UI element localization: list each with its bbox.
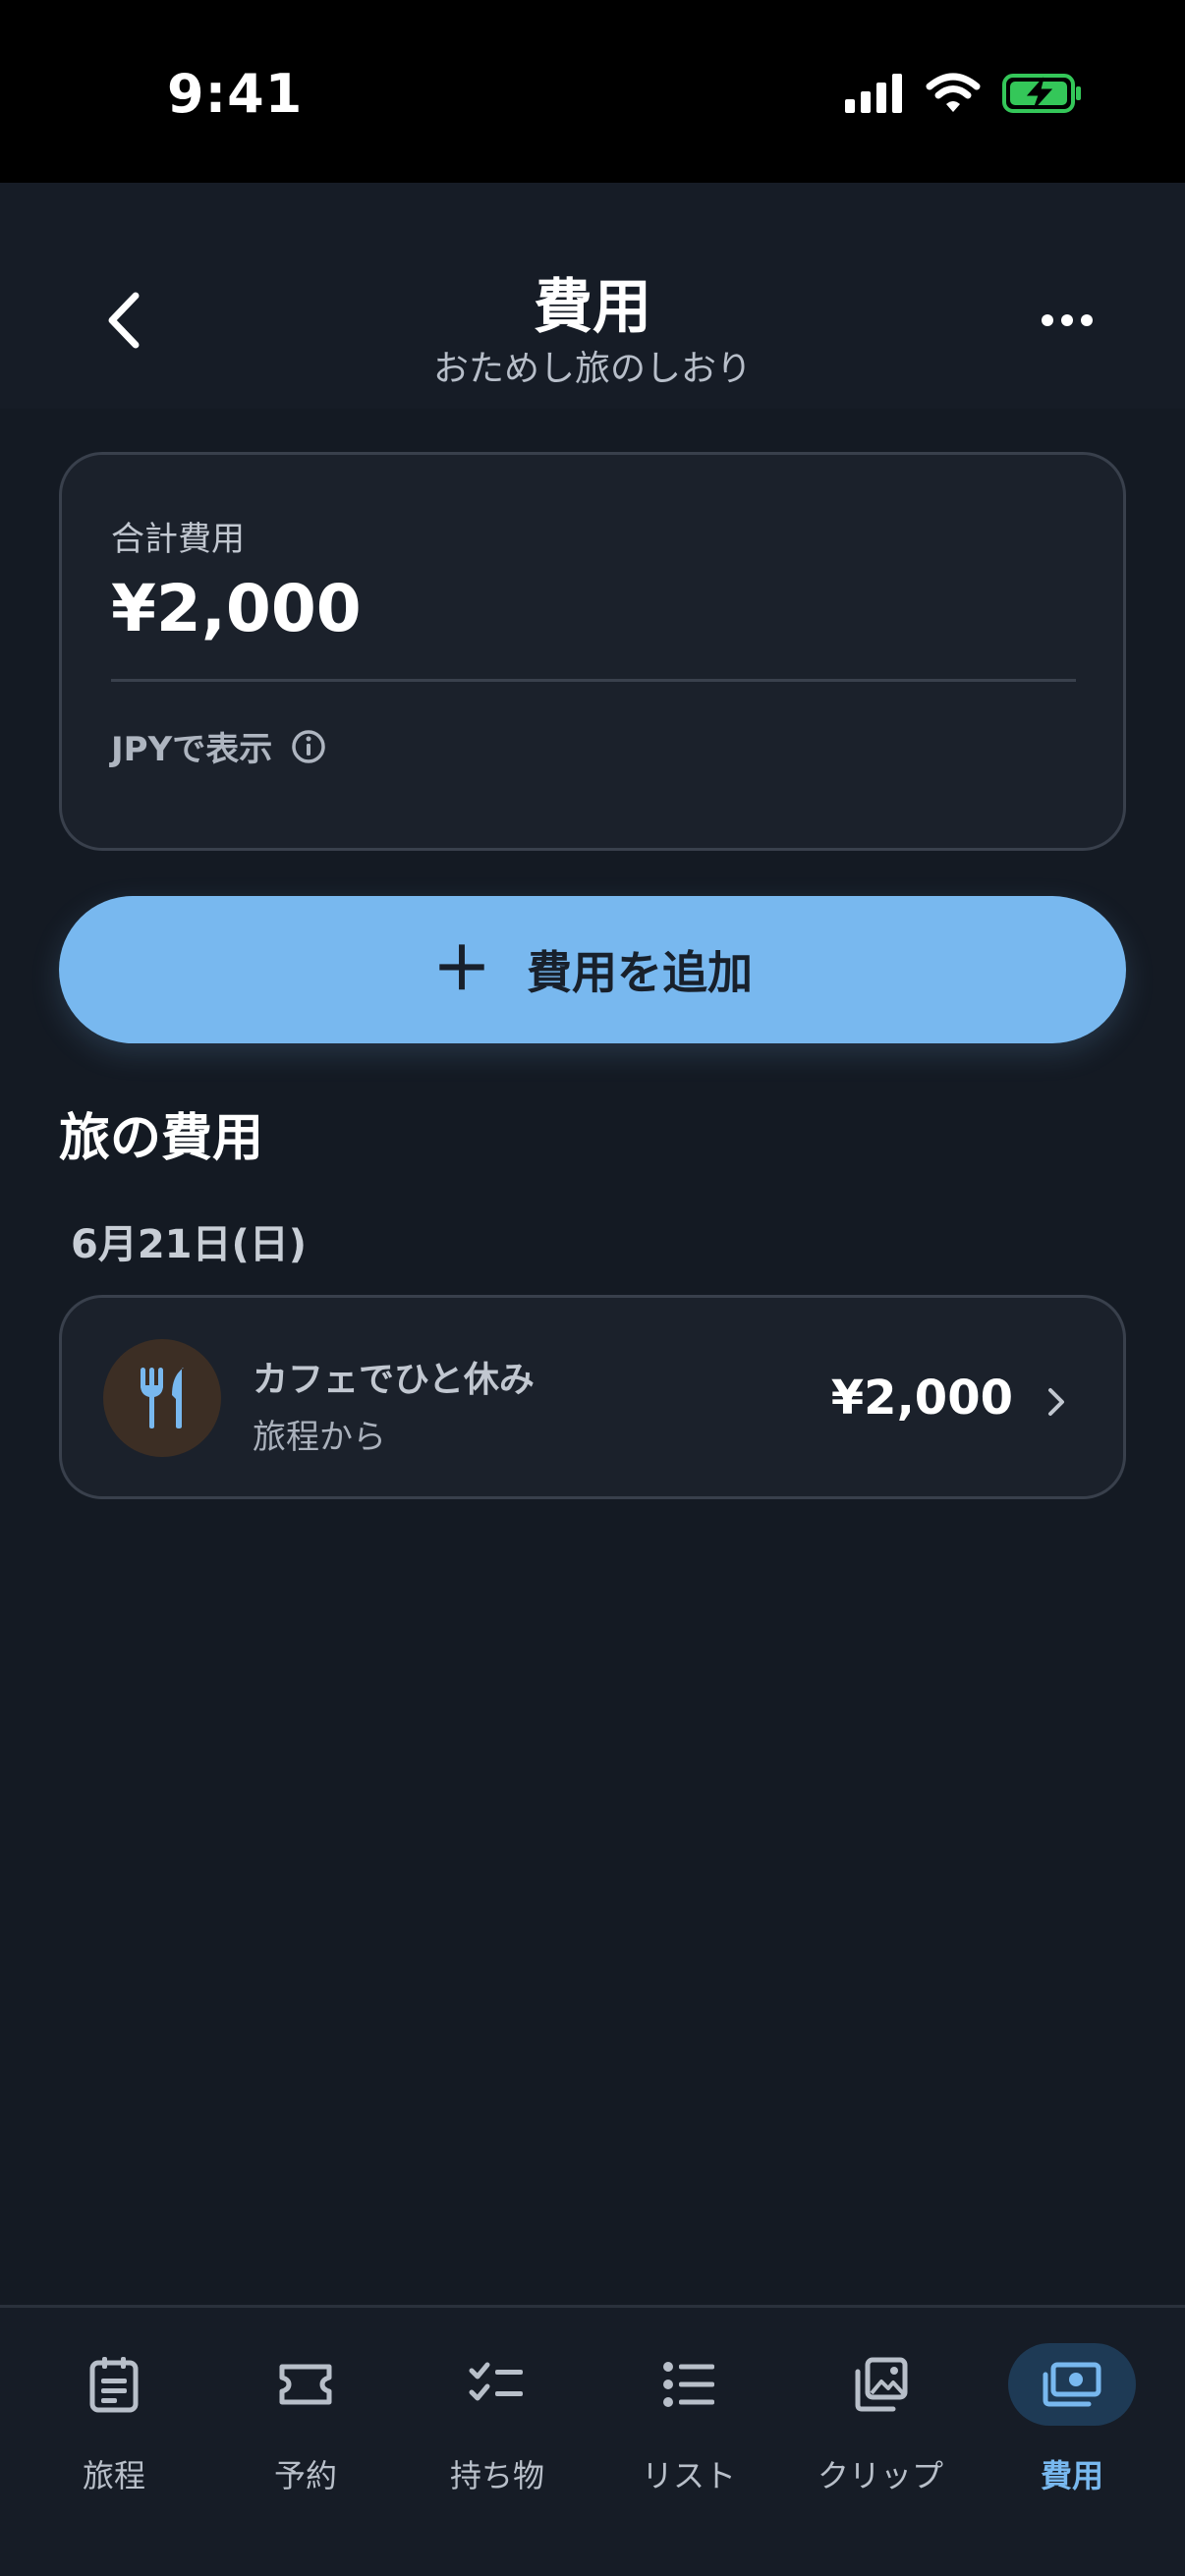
tab-label: 持ち物 — [449, 2457, 544, 2494]
app-header: 費用 おためし旅のしおり — [0, 183, 1185, 409]
fork-knife-icon — [141, 1368, 184, 1428]
tab-packing[interactable]: 持ち物 — [404, 2327, 591, 2544]
ellipsis-icon — [1042, 314, 1093, 326]
total-cost-amount: ¥2,000 — [111, 571, 362, 646]
expense-source: 旅程から — [253, 1418, 386, 1457]
tab-label: 旅程 — [82, 2457, 145, 2494]
tab-reservation[interactable]: 予約 — [212, 2327, 399, 2544]
tab-label: 費用 — [1040, 2457, 1103, 2494]
status-bar: 9:41 — [0, 0, 1185, 183]
info-icon[interactable] — [290, 728, 327, 765]
add-expense-button[interactable]: ＋ 費用を追加 — [59, 896, 1126, 1043]
tab-clip[interactable]: クリップ — [787, 2327, 974, 2544]
expense-amount: ¥2,000 — [830, 1371, 1013, 1426]
content-area: 合計費用 ¥2,000 JPYで表示 ＋ 費用を追加 旅の費用 6月21日(日) — [0, 409, 1185, 2305]
itinerary-icon — [89, 2357, 139, 2413]
currency-display-label: JPYで表示 — [111, 730, 273, 769]
expense-title: カフェでひと休み — [253, 1360, 535, 1400]
more-options-button[interactable] — [1028, 291, 1106, 350]
tab-expenses[interactable]: 費用 — [979, 2327, 1165, 2544]
ticket-icon — [279, 2364, 332, 2405]
status-icons — [843, 73, 1083, 114]
total-cost-card: 合計費用 ¥2,000 JPYで表示 — [59, 452, 1126, 851]
wifi-icon — [926, 73, 981, 112]
checklist-icon — [469, 2362, 523, 2401]
status-time: 9:41 — [167, 63, 304, 125]
total-cost-label: 合計費用 — [111, 520, 245, 559]
battery-charging-icon — [1002, 74, 1081, 113]
cellular-signal-icon — [845, 74, 902, 113]
tab-itinerary[interactable]: 旅程 — [21, 2327, 207, 2544]
plus-icon: ＋ — [432, 935, 491, 1004]
divider — [111, 679, 1076, 682]
add-expense-label: 費用を追加 — [527, 946, 753, 999]
chevron-right-icon — [1048, 1388, 1064, 1416]
expense-list-item[interactable]: カフェでひと休み 旅程から ¥2,000 — [59, 1295, 1126, 1499]
date-header: 6月21日(日) — [71, 1222, 308, 1267]
currency-display-row[interactable]: JPYで表示 — [111, 722, 327, 770]
list-icon — [663, 2362, 714, 2407]
tab-label: クリップ — [817, 2457, 943, 2494]
tab-label: 予約 — [273, 2457, 337, 2494]
page-title: 費用 — [534, 273, 651, 342]
clip-icon — [855, 2357, 908, 2412]
tab-label: リスト — [641, 2457, 736, 2494]
page-subtitle: おためし旅のしおり — [432, 349, 752, 389]
tab-bar: 旅程 予約 持ち物 リスト クリップ 費用 — [0, 2305, 1185, 2576]
tab-list[interactable]: リスト — [595, 2327, 782, 2544]
section-title: 旅の費用 — [59, 1109, 264, 1168]
money-icon — [1043, 2362, 1101, 2407]
expense-category-badge — [103, 1339, 221, 1457]
